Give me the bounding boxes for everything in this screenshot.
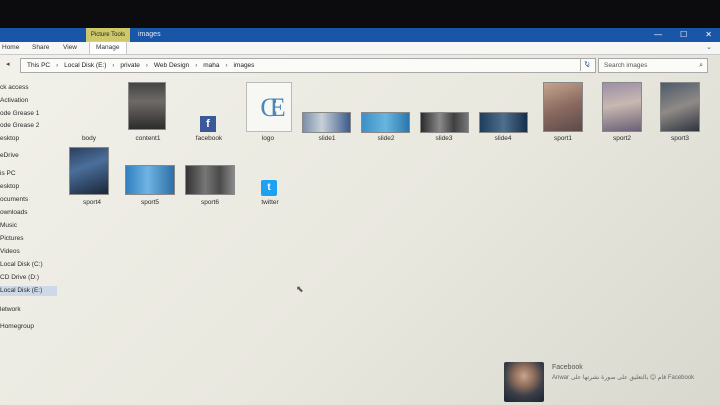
file-label: slide3 [435, 135, 453, 142]
nav-item-code-grease-2[interactable]: ode Grease 2 [0, 122, 39, 129]
nav-item-this-pc[interactable]: is PC [0, 170, 16, 177]
maximize-button[interactable]: ☐ [680, 28, 687, 42]
nav-item-local-disk-c[interactable]: Local Disk (C:) [0, 261, 43, 268]
file-label: sport4 [82, 199, 102, 206]
notification-title: Facebook [552, 364, 583, 371]
nav-item-videos[interactable]: Videos [0, 248, 20, 255]
content1-thumbnail [128, 82, 166, 130]
file-label: logo [261, 135, 275, 142]
breadcrumb-this-pc[interactable]: This PC [27, 62, 50, 69]
back-arrow-icon[interactable]: ◂ [6, 58, 10, 71]
notification-text: Anwar قام 😊 بالتعليق على صورة نشرتها على… [552, 375, 695, 381]
nav-item-desktop[interactable]: esktop [0, 135, 19, 142]
file-label: body [81, 135, 97, 142]
facebook-notification[interactable]: Facebook Anwar قام 😊 بالتعليق على صورة ن… [502, 360, 720, 405]
nav-item-downloads[interactable]: ownloads [0, 209, 27, 216]
file-label: twitter [261, 199, 279, 206]
picture-tools-tab[interactable]: Picture Tools [86, 28, 130, 42]
tab-view[interactable]: View [63, 42, 77, 54]
breadcrumb-separator: › [145, 62, 148, 69]
file-label: sport5 [140, 199, 160, 206]
twitter-icon: t [261, 180, 277, 196]
sport6-thumbnail [185, 165, 235, 195]
breadcrumb-separator: › [112, 62, 115, 69]
sport5-thumbnail [125, 165, 175, 195]
file-label: slide1 [318, 135, 336, 142]
breadcrumb-local-disk-e[interactable]: Local Disk (E:) [64, 62, 106, 69]
slide1-thumbnail [302, 112, 351, 133]
breadcrumb-separator: › [225, 62, 228, 69]
desktop-screen: Picture Tools images — ☐ ✕ Home Share Vi… [0, 28, 720, 405]
tab-share[interactable]: Share [32, 42, 49, 54]
file-label: sport6 [200, 199, 220, 206]
search-input[interactable]: Search images ⌕ [598, 58, 708, 73]
ribbon-tabs: Home Share View Manage ⌄ [0, 41, 720, 55]
facebook-icon: f [200, 116, 216, 132]
window-controls: — ☐ ✕ [654, 28, 712, 42]
slide4-thumbnail [479, 112, 528, 133]
nav-item-network[interactable]: letwork [0, 306, 21, 313]
tab-manage[interactable]: Manage [89, 41, 127, 54]
breadcrumb-images[interactable]: images [233, 62, 254, 69]
avatar [504, 362, 544, 402]
nav-item-music[interactable]: Music [0, 222, 17, 229]
nav-item-pictures[interactable]: Pictures [0, 235, 23, 242]
tab-home[interactable]: Home [2, 42, 19, 54]
breadcrumb-separator: › [195, 62, 198, 69]
nav-item-documents[interactable]: ocuments [0, 196, 28, 203]
nav-item-quick-access[interactable]: ck access [0, 84, 29, 91]
title-bar: Picture Tools images — ☐ ✕ [0, 28, 720, 42]
breadcrumb-separator: › [56, 62, 59, 69]
file-label: slide2 [377, 135, 395, 142]
nav-item-activation[interactable]: Activation [0, 97, 28, 104]
file-label: facebook [195, 135, 223, 142]
nav-item-onedrive[interactable]: eDrive [0, 152, 19, 159]
breadcrumb-maha[interactable]: maha [203, 62, 219, 69]
slide2-thumbnail [361, 112, 410, 133]
refresh-icon[interactable]: ↻ [580, 58, 593, 71]
address-row: ◂ This PC › Local Disk (E:) › private › … [0, 58, 720, 73]
close-button[interactable]: ✕ [705, 28, 712, 42]
address-bar[interactable]: This PC › Local Disk (E:) › private › We… [20, 58, 596, 73]
sport1-thumbnail [543, 82, 583, 132]
nav-item-code-grease-1[interactable]: ode Grease 1 [0, 110, 39, 117]
logo-thumbnail: CE [246, 82, 292, 132]
window-title: images [138, 31, 161, 38]
nav-item-cd-drive-d[interactable]: CD Drive (D:) [0, 274, 39, 281]
expand-ribbon-icon[interactable]: ⌄ [706, 42, 712, 54]
slide3-thumbnail [420, 112, 469, 133]
file-label: sport1 [553, 135, 573, 142]
search-placeholder: Search images [604, 62, 648, 69]
sport3-thumbnail [660, 82, 700, 132]
search-icon: ⌕ [699, 62, 703, 69]
minimize-button[interactable]: — [654, 28, 662, 42]
nav-item-desktop-2[interactable]: esktop [0, 183, 19, 190]
mouse-cursor-icon: ⬉ [296, 284, 304, 294]
file-label: sport2 [612, 135, 632, 142]
file-label: slide4 [494, 135, 512, 142]
nav-item-homegroup[interactable]: Homegroup [0, 323, 34, 330]
file-label: sport3 [670, 135, 690, 142]
breadcrumb-private[interactable]: private [120, 62, 140, 69]
nav-item-local-disk-e[interactable]: Local Disk (E:) [0, 286, 57, 296]
sport4-thumbnail [69, 147, 109, 195]
file-label: content1 [135, 135, 161, 142]
breadcrumb-web-design[interactable]: Web Design [154, 62, 189, 69]
sport2-thumbnail [602, 82, 642, 132]
